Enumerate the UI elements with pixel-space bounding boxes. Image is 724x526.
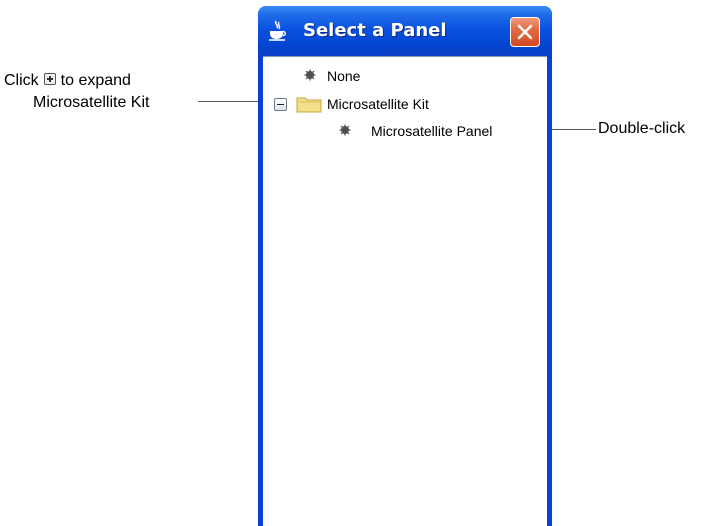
select-panel-window: Select a Panel None Microsatellite Kit M…	[258, 6, 552, 526]
title-bar[interactable]: Select a Panel	[258, 6, 552, 56]
java-cup-icon	[269, 20, 286, 41]
tree-item-microsatellite-kit[interactable]: Microsatellite Kit	[296, 93, 496, 115]
panel-tree[interactable]: None Microsatellite Kit Microsatellite P…	[263, 56, 547, 526]
tree-item-label: None	[327, 68, 361, 84]
tree-item-none[interactable]: None	[303, 65, 403, 87]
expand-instruction-prefix: Click	[4, 72, 39, 89]
expand-instruction-suffix: to expand	[60, 72, 131, 89]
tree-item-label: Microsatellite Kit	[327, 96, 429, 112]
bullet-icon	[304, 69, 316, 81]
tree-item-label: Microsatellite Panel	[371, 123, 493, 139]
collapse-icon[interactable]	[274, 98, 287, 111]
folder-icon	[296, 97, 322, 113]
close-button[interactable]	[510, 17, 540, 47]
tree-item-microsatellite-panel[interactable]: Microsatellite Panel	[338, 120, 538, 142]
window-title: Select a Panel	[303, 20, 447, 41]
bullet-icon	[339, 124, 351, 136]
expand-pointer-line	[198, 101, 266, 102]
expand-instruction: Click to expand	[4, 70, 131, 92]
expand-plus-icon	[43, 73, 56, 86]
double-click-instruction: Double-click	[598, 120, 686, 137]
close-icon	[517, 24, 533, 40]
expand-instruction-target: Microsatellite Kit	[33, 94, 150, 111]
